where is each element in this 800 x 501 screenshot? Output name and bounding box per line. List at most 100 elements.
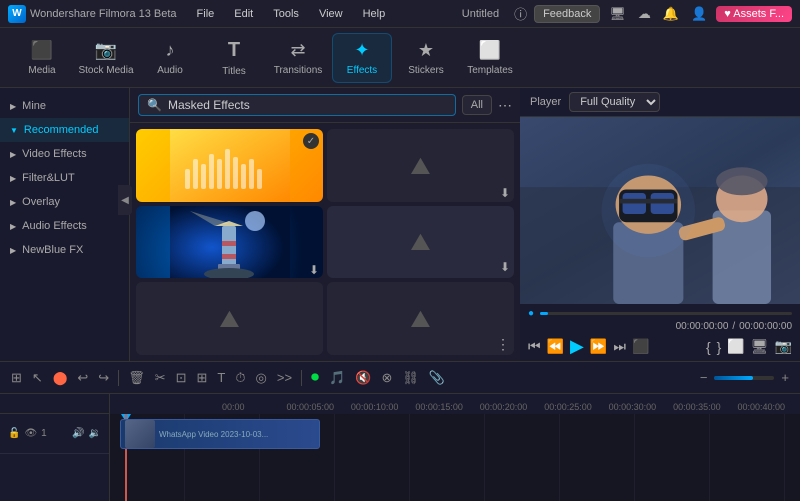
search-input-wrap[interactable]: 🔍	[138, 94, 456, 116]
left-item-newblue[interactable]: ▶ NewBlue FX	[0, 238, 129, 262]
vr-scene-svg	[520, 117, 800, 304]
tl-delete-icon[interactable]: 🗑	[125, 370, 148, 386]
playhead-dot: ●	[528, 308, 534, 319]
search-input[interactable]	[168, 98, 447, 112]
user-icon: 👤	[688, 6, 710, 22]
bell-icon: 🔔	[660, 6, 682, 22]
left-item-overlay[interactable]: ▶ Overlay	[0, 190, 129, 214]
left-item-audio-effects[interactable]: ▶ Audio Effects	[0, 214, 129, 238]
quality-select[interactable]: Full Quality Half Quality	[569, 92, 660, 112]
track-lock-icon: 🔓	[8, 428, 20, 439]
toolbar-effects[interactable]: ✦ Effects	[332, 33, 392, 83]
mark-in-icon[interactable]: {	[706, 339, 711, 355]
ruler-mark-0: 00:00	[220, 402, 284, 412]
tl-ripple-icon[interactable]: ⬤	[50, 370, 71, 386]
tl-mute-icon[interactable]: 🔇	[352, 370, 374, 386]
player-label: Player	[530, 96, 561, 108]
assets-button[interactable]: ♥ Assets F...	[716, 6, 792, 22]
menu-help[interactable]: Help	[355, 6, 394, 22]
skip-forward-icon[interactable]: ⏭	[613, 338, 626, 355]
tl-sep-2	[301, 370, 302, 386]
toolbar-media[interactable]: ⬛ Media	[12, 33, 72, 83]
effects-panel: 🔍 All ⋯	[130, 88, 520, 361]
left-item-recommended[interactable]: ▼ Recommended	[0, 118, 129, 142]
main-area: ▶ Mine ▼ Recommended ▶ Video Effects ▶ F…	[0, 88, 800, 361]
tl-expand-icon[interactable]: >>	[274, 370, 295, 385]
audio-label: Audio	[157, 65, 183, 76]
timeline-body: 🔓 👁 1 🔊 🔉 00:00 00:00:05:00 00:00:10:00 …	[0, 394, 800, 501]
left-item-filter-lut[interactable]: ▶ Filter&LUT	[0, 166, 129, 190]
clip-label: WhatsApp Video 2023-10-03...	[159, 430, 268, 439]
extract-icon[interactable]: ⬜	[727, 338, 744, 355]
feedback-button[interactable]: Feedback	[534, 5, 600, 23]
left-item-video-effects[interactable]: ▶ Video Effects	[0, 142, 129, 166]
ruler-mark-6: 00:00:30:00	[607, 402, 671, 412]
left-item-mine[interactable]: ▶ Mine	[0, 94, 129, 118]
tl-crop-icon[interactable]: ⊡	[173, 370, 190, 386]
tl-undo-icon[interactable]: ↩	[74, 370, 91, 386]
mine-label: Mine	[22, 100, 46, 112]
card6-placeholder: ⛰	[410, 306, 430, 334]
effect-card-light-effect[interactable]: ⛰ ⬇ Light Effect 18	[327, 129, 514, 202]
toolbar-audio[interactable]: ♪ Audio	[140, 33, 200, 83]
media-label: Media	[28, 65, 55, 76]
toolbar-templates[interactable]: ⬜ Templates	[460, 33, 520, 83]
play-icon[interactable]: ▶	[570, 336, 584, 357]
effect-card-warm-family[interactable]: ⛰ ⬇ Warm Family 01	[327, 206, 514, 279]
toolbar-stickers[interactable]: ★ Stickers	[396, 33, 456, 83]
effect-card-5[interactable]: ⛰	[136, 282, 323, 355]
tl-redo-icon[interactable]: ↪	[95, 370, 112, 386]
track-speaker-icon[interactable]: 🔉	[89, 428, 101, 439]
skip-back-icon[interactable]: ⏮	[528, 338, 541, 355]
tl-mic-icon[interactable]: 🎵	[326, 370, 348, 386]
effect-card-audio-visualizer[interactable]: ✓ Audio Visualizer Glow	[136, 129, 323, 202]
tl-record-icon[interactable]: ⏺	[308, 369, 322, 387]
tl-pointer-icon[interactable]: ↖	[29, 370, 46, 386]
mark-out-icon[interactable]: }	[717, 339, 722, 355]
tl-text-icon[interactable]: T	[214, 370, 228, 385]
tl-zoom-bar[interactable]	[714, 376, 774, 380]
more-icon[interactable]: ⋯	[498, 97, 512, 114]
monitor-icon[interactable]: 🖥	[751, 338, 769, 355]
camera-icon[interactable]: 📷	[775, 338, 792, 355]
toolbar-transitions[interactable]: ⇄ Transitions	[268, 33, 328, 83]
effect-card-6[interactable]: ⛰ ⋮	[327, 282, 514, 355]
filter-button[interactable]: All	[462, 95, 492, 115]
effect-card-image-mask[interactable]: ⬇ Image Mask	[136, 206, 323, 279]
menu-file[interactable]: File	[189, 6, 223, 22]
progress-bar[interactable]	[540, 312, 792, 315]
badge-icon: ✓	[303, 133, 319, 149]
card6-dots-icon[interactable]: ⋮	[496, 336, 510, 353]
project-title: Untitled	[462, 8, 499, 20]
track-eye-icon[interactable]: 👁	[24, 428, 37, 439]
timeline-area: ⊞ ↖ ⬤ ↩ ↪ 🗑 ✂ ⊡ ⊞ T ⏱ ◎ >> ⏺ 🎵 🔇 ⊗ ⛓ 📎 −…	[0, 361, 800, 501]
stickers-label: Stickers	[408, 65, 444, 76]
panel-collapse-btn[interactable]: ◀	[118, 185, 132, 215]
tl-effects-icon[interactable]: ◎	[253, 370, 270, 386]
tl-time-icon[interactable]: ⏱	[232, 370, 248, 386]
player-panel: Player Full Quality Half Quality	[520, 88, 800, 361]
player-video	[520, 117, 800, 304]
search-icon: 🔍	[147, 98, 162, 112]
image-mask-download: ⬇	[309, 263, 319, 277]
step-back-icon[interactable]: ⏪	[547, 338, 564, 355]
video-effects-label: Video Effects	[22, 148, 86, 160]
toolbar-stock-media[interactable]: 📷 Stock Media	[76, 33, 136, 83]
tl-snap-icon[interactable]: 📎	[426, 370, 448, 386]
tl-cut-icon[interactable]: ✂	[152, 370, 169, 386]
tl-link-icon[interactable]: ⛓	[399, 370, 422, 386]
tl-transform-icon[interactable]: ⊞	[194, 370, 211, 386]
tl-colormatch-icon[interactable]: ⊗	[378, 370, 395, 386]
toolbar-titles[interactable]: T Titles	[204, 33, 264, 83]
tl-select-icon[interactable]: ⊞	[8, 370, 25, 386]
menu-tools[interactable]: Tools	[265, 6, 307, 22]
effects-label: Effects	[347, 65, 377, 76]
stop-icon[interactable]: ⬛	[632, 338, 649, 355]
tl-zoom-in-icon[interactable]: +	[778, 370, 792, 385]
video-clip[interactable]: WhatsApp Video 2023-10-03...	[120, 419, 320, 449]
menu-edit[interactable]: Edit	[226, 6, 261, 22]
time-current: 00:00:00:00	[676, 321, 729, 332]
step-forward-icon[interactable]: ⏩	[590, 338, 607, 355]
tl-zoom-out-icon[interactable]: −	[697, 370, 711, 385]
menu-view[interactable]: View	[311, 6, 351, 22]
